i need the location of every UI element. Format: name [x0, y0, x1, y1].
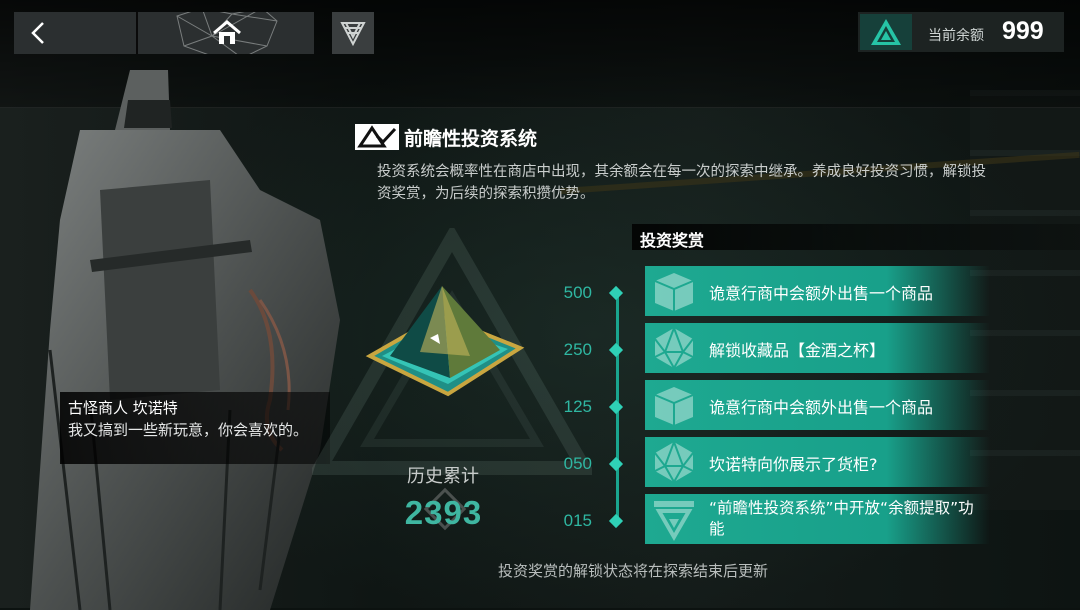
reward-card[interactable]: 诡意行商中会额外出售一个商品 [645, 380, 990, 430]
system-description: 投资系统会概率性在商店中出现，其余额会在每一次的探索中继承。养成良好投资习惯，解… [377, 164, 986, 202]
reward-text: 坎诺特向你展示了货柜? [709, 455, 878, 474]
reward-tier-value: 125 [563, 397, 592, 416]
merchant-name: 古怪商人 坎诺特 [68, 399, 178, 417]
footer-note: 投资奖赏的解锁状态将在探索结束后更新 [497, 562, 768, 580]
pyramid-artifact-icon [365, 286, 525, 397]
box-icon [654, 387, 694, 425]
balance-panel: 当前余额 999 [858, 12, 1064, 52]
system-title: 前瞻性投资系统 [404, 128, 538, 150]
chevron-left-icon [31, 22, 44, 44]
history-value: 2393 [404, 494, 483, 531]
triangle-currency-icon [871, 19, 901, 45]
d20-dice-icon [654, 326, 694, 370]
reward-card[interactable]: 解锁收藏品【金酒之杯】 [645, 323, 990, 373]
reward-tier-value: 500 [563, 283, 592, 302]
balance-label: 当前余额 [928, 28, 984, 44]
currency-badge [860, 14, 912, 50]
back-button[interactable] [14, 12, 138, 54]
reward-tier-value: 015 [563, 511, 592, 530]
reward-text: 诡意行商中会额外出售一个商品 [709, 398, 934, 417]
rewards-heading-bar: 投资奖赏 [632, 224, 1080, 250]
home-button[interactable] [138, 12, 314, 54]
reward-tier-value: 050 [563, 454, 592, 473]
merchant-portrait [30, 70, 340, 610]
reward-text: “前瞻性投资系统”中开放“余额提取”功能 [709, 499, 974, 538]
history-label: 历史累计 [407, 466, 479, 487]
reward-tier-value: 250 [563, 340, 592, 359]
investment-system-icon [355, 124, 399, 150]
d20-dice-icon [654, 440, 694, 484]
balance-value: 999 [1002, 17, 1044, 45]
emblem-menu-button[interactable] [332, 12, 374, 54]
reward-card[interactable]: “前瞻性投资系统”中开放“余额提取”功能 [645, 494, 990, 544]
investment-emblem-icon [654, 501, 694, 541]
merchant-dialogue: 我又搞到一些新玩意，你会喜欢的。 [68, 421, 309, 439]
merchant-dialogue-box: 古怪商人 坎诺特 我又搞到一些新玩意，你会喜欢的。 [60, 392, 330, 464]
reward-card[interactable]: 诡意行商中会额外出售一个商品 [645, 266, 990, 316]
box-icon [654, 273, 694, 311]
reward-text: 诡意行商中会额外出售一个商品 [709, 284, 934, 303]
emblem-menu-icon [340, 22, 366, 46]
footer-note-wrapper: 投资奖赏的解锁状态将在探索结束后更新 [0, 560, 1080, 581]
reward-card[interactable]: 坎诺特向你展示了货柜? [645, 437, 990, 487]
home-icon [213, 20, 241, 44]
rewards-heading: 投资奖赏 [640, 231, 705, 250]
reward-text: 解锁收藏品【金酒之杯】 [709, 341, 886, 360]
